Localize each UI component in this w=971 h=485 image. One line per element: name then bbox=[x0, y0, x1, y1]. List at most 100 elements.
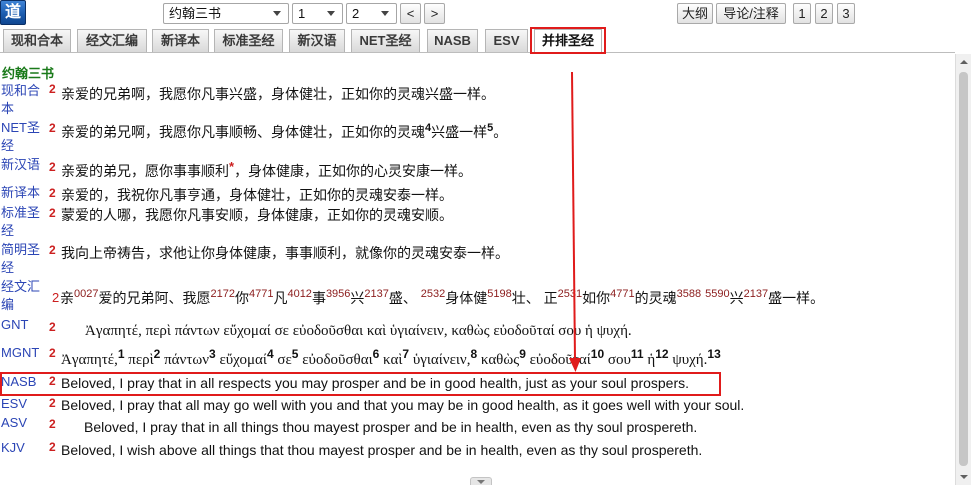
word-number-link[interactable]: 11 bbox=[631, 347, 644, 361]
verse-row: GNT 2 Ἀγαπητέ, περὶ πάντων εὔχομαί σε εὐοδ… bbox=[0, 316, 950, 346]
version-link[interactable]: 新译本 bbox=[1, 184, 43, 202]
verse-number: 2 bbox=[52, 290, 60, 305]
verse-row: 简明圣经 2 我向上帝祷告，求他让你身体健康，事事顺利，就像你的灵魂安泰一样。 bbox=[0, 241, 950, 275]
strongs-number-link[interactable]: 2532 bbox=[421, 288, 445, 300]
verse-text: 亲爱的弟兄啊，我愿你凡事顺畅、身体健壮，正如你的灵魂4兴盛一样5。 bbox=[61, 123, 507, 141]
strongs-number-link[interactable]: 4012 bbox=[287, 288, 311, 300]
nasb-row-highlight-box bbox=[0, 372, 721, 396]
verse-number: 2 bbox=[49, 320, 56, 334]
verse-text-segment: πάντων bbox=[160, 352, 210, 368]
verse-text: 我向上帝祷告，求他让你身体健康，事事顺利，就像你的灵魂安泰一样。 bbox=[61, 244, 509, 262]
verse-row: 现和合本 2 亲爱的兄弟啊，我愿你凡事兴盛，身体健壮，正如你的灵魂兴盛一样。 bbox=[0, 82, 950, 116]
strongs-number-link[interactable]: 4771 bbox=[610, 288, 634, 300]
word-number-link[interactable]: 9 bbox=[519, 347, 526, 361]
word-number-link[interactable]: 1 bbox=[118, 347, 125, 361]
verse-text-segment: 身体健 bbox=[445, 290, 488, 306]
verse-text-segment: Ἀγαπητέ, περὶ πάντων εὔχομαί σε εὐοδοῦσθ… bbox=[85, 323, 632, 339]
strongs-number-link[interactable]: 2137 bbox=[364, 288, 388, 300]
version-link[interactable]: 现和合本 bbox=[1, 82, 43, 118]
strongs-number-link[interactable]: 4771 bbox=[249, 288, 273, 300]
verse-text-segment: 。 bbox=[493, 124, 508, 140]
verse-text-segment: 事 bbox=[311, 290, 326, 306]
word-number-link[interactable]: 13 bbox=[707, 347, 720, 361]
verse-text-segment: 兴盛一样 bbox=[431, 124, 488, 140]
strongs-number-link[interactable]: 5590 bbox=[705, 288, 729, 300]
parallel-verses: 现和合本 2 亲爱的兄弟啊，我愿你凡事兴盛，身体健壮，正如你的灵魂兴盛一样。 NET圣… bbox=[0, 0, 954, 485]
triangle-down-icon bbox=[960, 475, 968, 479]
verse-row: 标准圣经 2 蒙爱的人哪，我愿你凡事安顺，身体健康，正如你的灵魂安顺。 bbox=[0, 204, 950, 238]
triangle-up-icon bbox=[960, 60, 968, 64]
verse-text: 亲爱的弟兄，愿你事事顺利*，身体健康，正如你的心灵安康一样。 bbox=[61, 160, 472, 180]
verse-text: Ἀγαπητέ,1 περὶ2 πάντων3 εὔχομαί4 σε5 εὐο… bbox=[61, 348, 721, 369]
version-link[interactable]: 经文汇编 bbox=[1, 278, 43, 314]
verse-number: 2 bbox=[49, 396, 56, 410]
verse-text-segment: 盛、 bbox=[388, 290, 421, 306]
verse-text-segment: καὶ bbox=[379, 352, 403, 368]
vertical-scrollbar[interactable] bbox=[955, 54, 971, 485]
strongs-number-link[interactable]: 2137 bbox=[744, 288, 768, 300]
verse-number: 2 bbox=[49, 417, 56, 431]
version-link[interactable]: GNT bbox=[1, 316, 43, 334]
verse-text-segment: περὶ bbox=[124, 352, 154, 368]
verse-text-segment: ὑγιαίνειν, bbox=[409, 352, 471, 368]
verse-text-segment: εὐοδοῦσθαι bbox=[298, 352, 373, 368]
word-number-link[interactable]: 3 bbox=[209, 347, 216, 361]
verse-text-segment: εὔχομαί bbox=[215, 352, 267, 368]
strongs-number-link[interactable]: 2172 bbox=[210, 288, 234, 300]
version-link[interactable]: 标准圣经 bbox=[1, 204, 43, 240]
verse-text-segment: Beloved, I pray that in all things thou … bbox=[84, 419, 698, 435]
verse-text-segment: ψυχή. bbox=[668, 352, 708, 368]
verse-text-segment: Beloved, I pray that all may go well wit… bbox=[61, 397, 745, 413]
verse-text: Ἀγαπητέ, περὶ πάντων εὔχομαί σε εὐοδοῦσθ… bbox=[85, 322, 632, 340]
verse-text-segment: 亲爱的弟兄，愿你事事顺利 bbox=[61, 163, 229, 179]
verse-row: KJV 2 Beloved, I wish above all things tha… bbox=[0, 439, 950, 469]
scroll-up-button[interactable] bbox=[956, 54, 971, 70]
word-number-link[interactable]: 10 bbox=[591, 347, 604, 361]
verse-text-segment: ἡ bbox=[643, 352, 656, 368]
strongs-number-link[interactable]: 0027 bbox=[74, 288, 98, 300]
verse-text-segment: 亲爱的，我祝你凡事亨通，身体健壮，正如你的灵魂安泰一样。 bbox=[61, 187, 453, 203]
word-number-link[interactable]: 12 bbox=[655, 347, 668, 361]
verse-text: 亲爱的，我祝你凡事亨通，身体健壮，正如你的灵魂安泰一样。 bbox=[61, 186, 453, 204]
verse-text-segment: 亲爱的兄弟啊，我愿你凡事兴盛，身体健壮，正如你的灵魂兴盛一样。 bbox=[61, 86, 495, 102]
verse-text: Beloved, I pray that in all things thou … bbox=[84, 418, 697, 436]
verse-text-segment: Ἀγαπητέ, bbox=[61, 352, 118, 368]
verse-text: 蒙爱的人哪，我愿你凡事安顺，身体健康，正如你的灵魂安顺。 bbox=[61, 206, 453, 224]
verse-text-segment: 的灵魂 bbox=[634, 290, 677, 306]
version-link[interactable]: ASV bbox=[1, 414, 43, 432]
verse-text-segment: 亲 bbox=[60, 290, 74, 306]
verse-text: Beloved, I wish above all things that th… bbox=[61, 441, 702, 459]
scrollbar-thumb[interactable] bbox=[959, 72, 968, 466]
verse-text-segment: 壮、 正 bbox=[511, 290, 558, 306]
triangle-down-icon bbox=[477, 480, 485, 484]
verse-number: 2 bbox=[49, 206, 56, 220]
verse-number: 2 bbox=[49, 186, 56, 200]
verse-text-segment: καθὼς bbox=[477, 352, 520, 368]
verse-text-segment: σε bbox=[273, 352, 292, 368]
panel-splitter-handle[interactable] bbox=[470, 477, 492, 485]
strongs-number-link[interactable]: 2531 bbox=[558, 288, 582, 300]
version-link[interactable]: NET圣经 bbox=[1, 119, 43, 155]
word-number-link[interactable]: 4 bbox=[267, 347, 274, 361]
version-link[interactable]: 简明圣经 bbox=[1, 241, 43, 277]
verse-row: NET圣经 2 亲爱的弟兄啊，我愿你凡事顺畅、身体健壮，正如你的灵魂4兴盛一样5。 bbox=[0, 119, 950, 153]
strongs-number-link[interactable]: 3588 bbox=[677, 288, 701, 300]
active-tab-highlight-box bbox=[530, 27, 606, 54]
verse-text-segment: 蒙爱的人哪，我愿你凡事安顺，身体健康，正如你的灵魂安顺。 bbox=[61, 207, 453, 223]
version-link[interactable]: 新汉语 bbox=[1, 156, 43, 174]
strongs-number-link[interactable]: 3956 bbox=[326, 288, 350, 300]
verse-text-segment: σου bbox=[604, 352, 631, 368]
version-link[interactable]: MGNT bbox=[1, 344, 43, 362]
scroll-down-button[interactable] bbox=[956, 469, 971, 485]
version-link[interactable]: KJV bbox=[1, 439, 43, 457]
verse-text-segment: 亲爱的弟兄啊，我愿你凡事顺畅、身体健壮，正如你的灵魂 bbox=[61, 124, 425, 140]
verse-text-segment: 盛一样。 bbox=[768, 290, 825, 306]
verse-text-segment: 你 bbox=[234, 290, 249, 306]
verse-row: 新汉语 2 亲爱的弟兄，愿你事事顺利*，身体健康，正如你的心灵安康一样。 bbox=[0, 156, 950, 186]
verse-row: 经文汇编 2 亲0027爱的兄弟阿、我愿2172你4771凡4012事3956兴21… bbox=[0, 278, 950, 312]
version-link[interactable]: ESV bbox=[1, 395, 43, 413]
strongs-number-link[interactable]: 5198 bbox=[487, 288, 511, 300]
verse-number: 2 bbox=[49, 243, 56, 257]
verse-number: 2 bbox=[49, 82, 56, 96]
verse-number: 2 bbox=[49, 440, 56, 454]
